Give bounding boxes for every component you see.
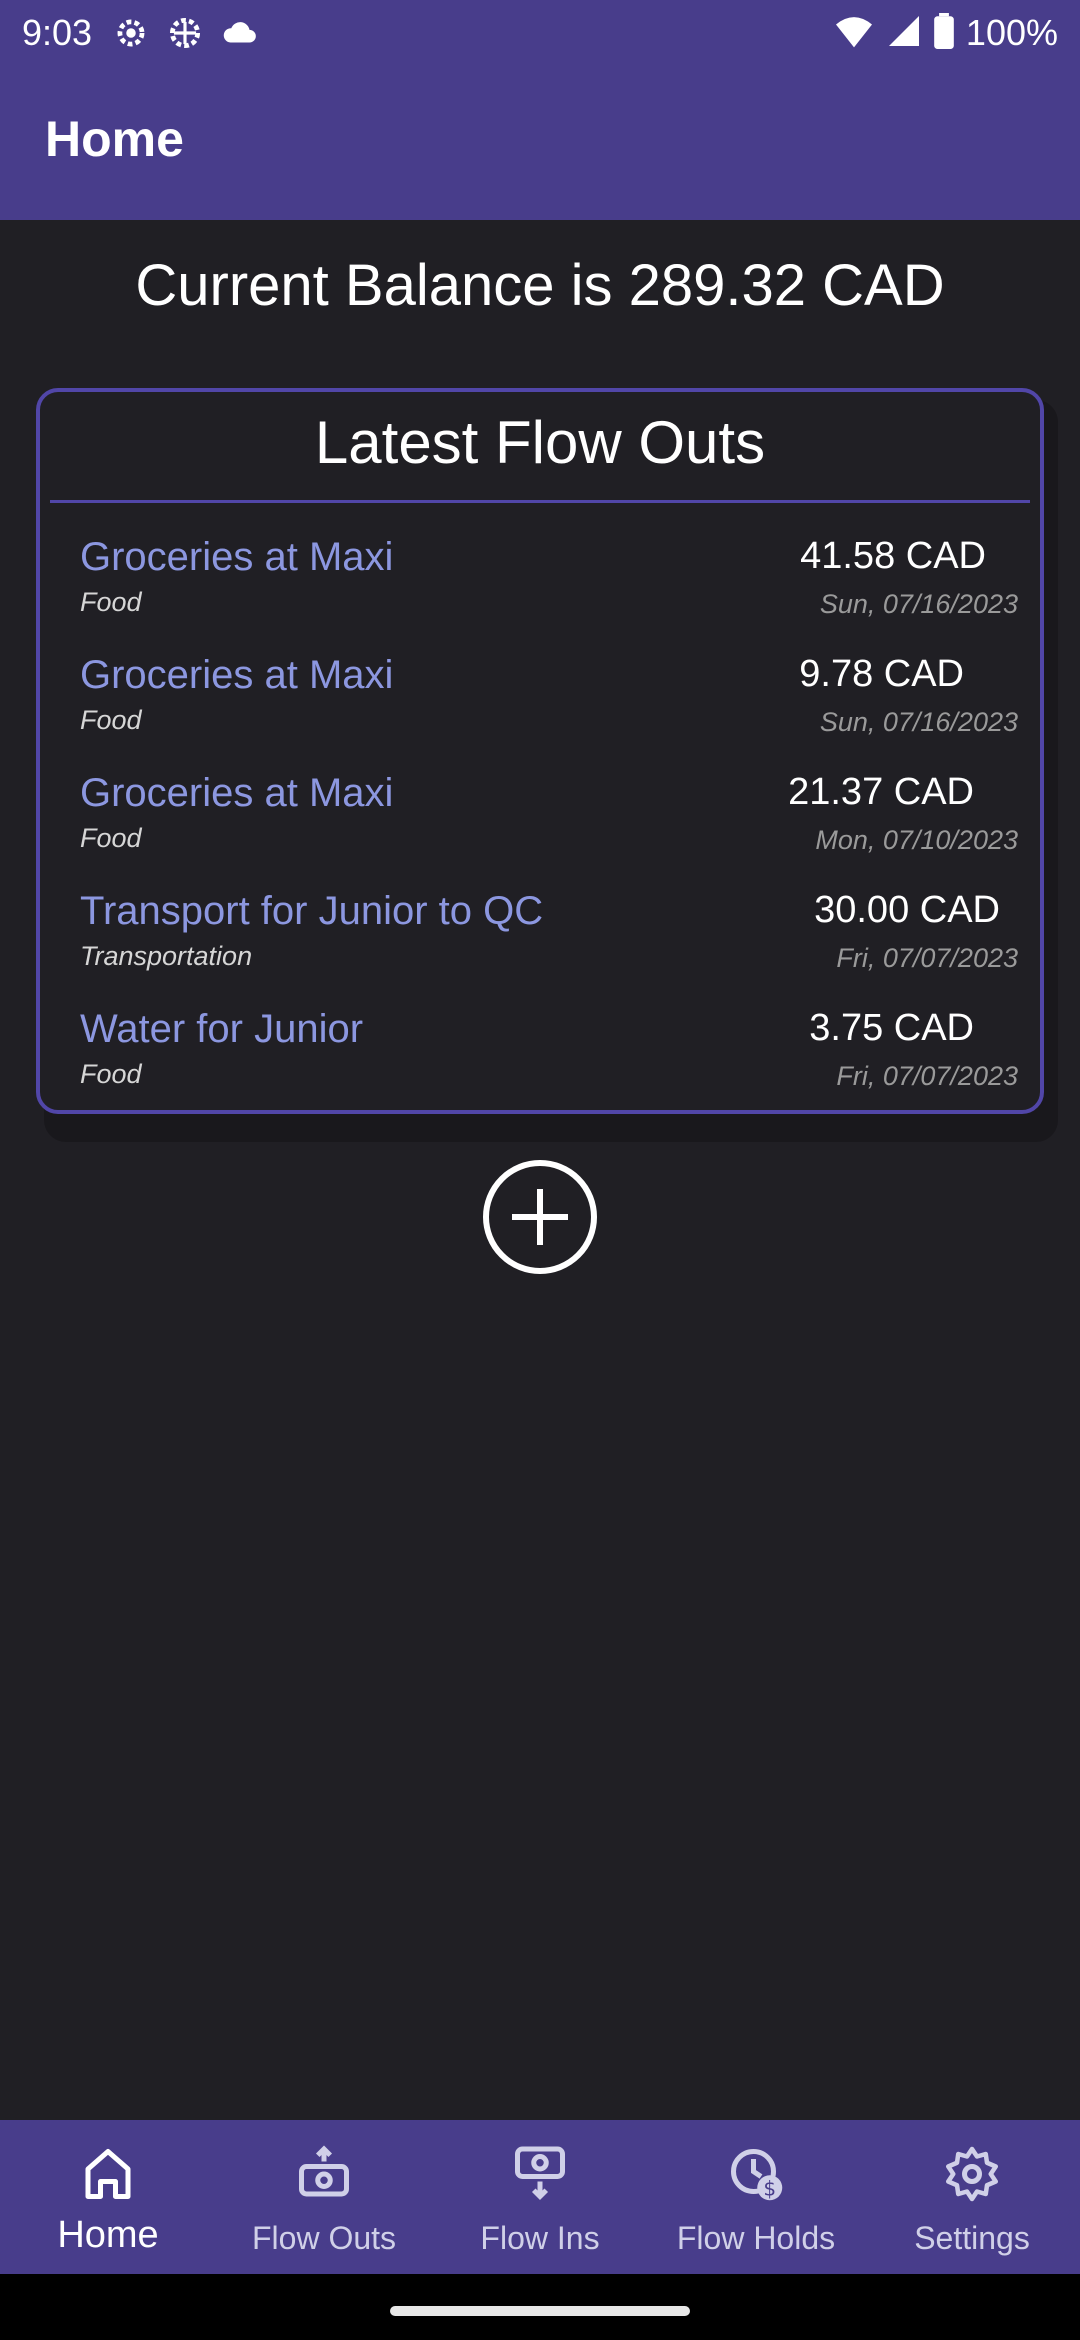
flow-out-date: Fri, 07/07/2023 [836, 943, 1018, 973]
nav-label: Flow Holds [676, 2220, 836, 2256]
status-notification-icons [112, 14, 260, 57]
settings-notification-icon [112, 14, 150, 57]
bottom-navigation: Home Flow Outs Flow Ins $ Flow Holds Set… [0, 2120, 1080, 2274]
flow-out-title: Groceries at Maxi [80, 535, 394, 579]
flow-out-amount: 9.78 CAD [799, 653, 964, 695]
home-icon [78, 2144, 138, 2209]
flow-out-title: Groceries at Maxi [80, 653, 394, 697]
latest-flow-outs-card: Latest Flow Outs Groceries at Maxi Food … [36, 388, 1044, 1114]
flow-out-date: Mon, 07/10/2023 [815, 825, 1018, 855]
flow-out-title: Groceries at Maxi [80, 771, 394, 815]
battery-icon [934, 12, 954, 54]
flow-out-category: Food [80, 823, 142, 853]
nav-flow-ins[interactable]: Flow Ins [432, 2120, 648, 2274]
nav-label: Flow Outs [251, 2220, 397, 2256]
flow-out-item[interactable]: Water for Junior Food 3.75 CAD Fri, 07/0… [40, 1007, 1040, 1125]
gear-icon [942, 2144, 1002, 2209]
home-gesture-handle[interactable] [390, 2306, 690, 2316]
money-out-icon [294, 2144, 354, 2209]
flow-out-category: Transportation [80, 941, 253, 971]
flow-out-date: Fri, 07/07/2023 [836, 1061, 1018, 1091]
flow-out-amount: 41.58 CAD [800, 535, 986, 577]
status-bar: 9:03 100% [0, 0, 1080, 66]
status-system-icons: 100% [834, 12, 1058, 54]
svg-text:$: $ [763, 2176, 776, 2200]
flow-out-amount: 3.75 CAD [809, 1007, 974, 1049]
flow-out-amount: 21.37 CAD [788, 771, 974, 813]
clock-dollar-icon: $ [726, 2144, 786, 2209]
flow-out-amount: 30.00 CAD [814, 889, 1000, 931]
divider [50, 500, 1030, 503]
flow-out-item[interactable]: Groceries at Maxi Food 9.78 CAD Sun, 07/… [40, 653, 1040, 771]
nav-settings[interactable]: Settings [864, 2120, 1080, 2274]
flow-out-title: Water for Junior [80, 1007, 364, 1051]
app-bar: Home [0, 66, 1080, 220]
flow-out-category: Food [80, 705, 142, 735]
signal-icon [886, 13, 922, 54]
flow-out-item[interactable]: Groceries at Maxi Food 21.37 CAD Mon, 07… [40, 771, 1040, 889]
current-balance: Current Balance is 289.32 CAD [135, 253, 945, 318]
flow-out-category: Food [80, 587, 142, 617]
flow-out-item[interactable]: Groceries at Maxi Food 41.58 CAD Sun, 07… [40, 535, 1040, 653]
add-flow-out-button[interactable] [483, 1160, 597, 1274]
status-time: 9:03 [22, 12, 93, 53]
nav-label: Flow Ins [480, 2220, 600, 2256]
page-title: Home [45, 111, 184, 167]
flow-out-item[interactable]: Transport for Junior to QC Transportatio… [40, 889, 1040, 1007]
flow-out-category: Food [80, 1059, 142, 1089]
flow-out-date: Sun, 07/16/2023 [819, 707, 1018, 737]
battery-percent: 100% [965, 12, 1058, 53]
nav-label: Settings [914, 2220, 1030, 2256]
sync-settings-icon [166, 14, 204, 57]
nav-home[interactable]: Home [0, 2120, 216, 2274]
flow-out-title: Transport for Junior to QC [80, 889, 544, 933]
flow-out-date: Sun, 07/16/2023 [819, 589, 1018, 619]
nav-label: Home [57, 2214, 159, 2256]
cloud-icon [220, 14, 260, 57]
card-title: Latest Flow Outs [314, 409, 766, 476]
nav-flow-outs[interactable]: Flow Outs [216, 2120, 432, 2274]
nav-flow-holds[interactable]: $ Flow Holds [648, 2120, 864, 2274]
wifi-icon [834, 13, 874, 54]
money-in-icon [510, 2144, 570, 2209]
